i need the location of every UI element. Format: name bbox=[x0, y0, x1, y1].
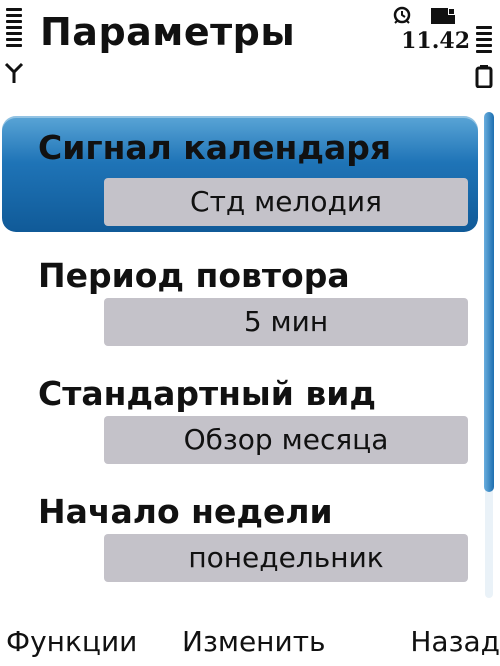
status-bar: Параметры 11.42 bbox=[0, 0, 500, 100]
setting-value[interactable]: Стд мелодия bbox=[104, 178, 468, 226]
setting-calendar-alarm[interactable]: Сигнал календаря Стд мелодия bbox=[0, 112, 478, 232]
setting-value[interactable]: понедельник bbox=[104, 534, 468, 582]
scrollbar[interactable] bbox=[482, 112, 496, 600]
setting-label: Сигнал календаря bbox=[38, 128, 392, 167]
alarm-icon bbox=[393, 6, 411, 24]
scrollbar-thumb[interactable] bbox=[484, 112, 494, 492]
settings-list: Сигнал календаря Стд мелодия Период повт… bbox=[0, 112, 480, 584]
setting-label: Период повтора bbox=[38, 256, 350, 295]
setting-value[interactable]: Обзор месяца bbox=[104, 416, 468, 464]
setting-label: Стандартный вид bbox=[38, 374, 376, 413]
message-icon bbox=[431, 8, 455, 24]
signal-strength-icon bbox=[6, 8, 22, 50]
softkey-bar: Функции Изменить Назад bbox=[0, 612, 500, 666]
setting-default-view[interactable]: Стандартный вид Обзор месяца bbox=[0, 348, 478, 466]
antenna-icon bbox=[4, 62, 24, 83]
options-softkey[interactable]: Функции bbox=[6, 620, 137, 664]
clock: 11.42 bbox=[401, 28, 470, 54]
setting-value[interactable]: 5 мин bbox=[104, 298, 468, 346]
setting-snooze-period[interactable]: Период повтора 5 мин bbox=[0, 230, 478, 348]
change-softkey[interactable]: Изменить bbox=[182, 620, 326, 664]
setting-week-start[interactable]: Начало недели понедельник bbox=[0, 466, 478, 584]
battery-level-icon bbox=[476, 26, 492, 56]
page-title: Параметры bbox=[40, 10, 296, 54]
battery-icon bbox=[475, 65, 493, 88]
back-softkey[interactable]: Назад bbox=[410, 620, 500, 664]
setting-label: Начало недели bbox=[38, 492, 333, 531]
